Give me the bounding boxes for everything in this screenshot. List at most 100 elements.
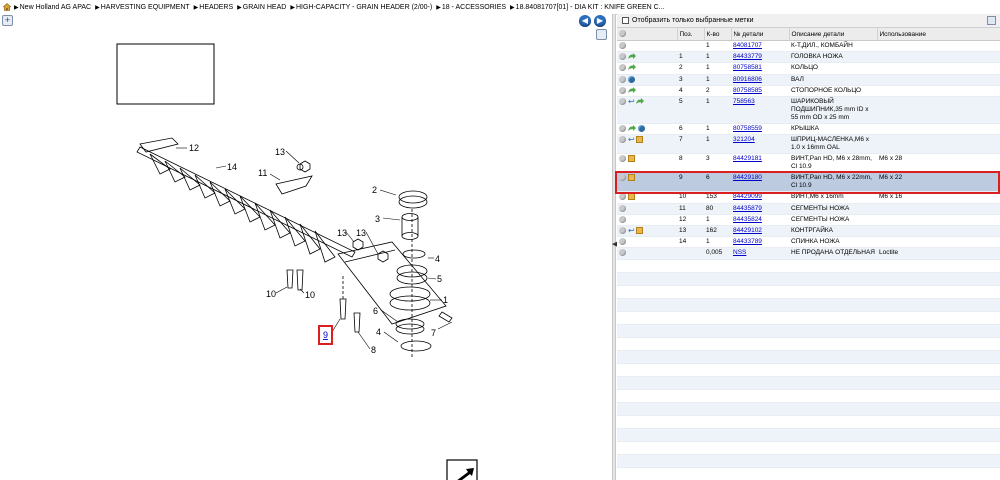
row-select-cell[interactable] xyxy=(617,62,677,75)
row-select-cell[interactable]: ↩ xyxy=(617,96,677,125)
package-icon[interactable] xyxy=(628,193,635,201)
row-select-cell[interactable] xyxy=(617,74,677,86)
row-select-cell[interactable] xyxy=(617,172,677,193)
export-icon[interactable] xyxy=(987,16,996,25)
row-select-icon[interactable] xyxy=(619,238,626,246)
callout-9-selected[interactable]: 9 xyxy=(323,330,328,340)
pane-splitter[interactable]: ◀ xyxy=(612,14,617,480)
row-select-icon[interactable] xyxy=(619,64,626,72)
part-number-link[interactable]: 758563 xyxy=(733,98,755,105)
package-icon[interactable] xyxy=(628,174,635,182)
navigate-diagram-icon[interactable] xyxy=(446,459,478,480)
hook-icon[interactable]: ↩ xyxy=(628,136,635,144)
hook-icon[interactable]: ↩ xyxy=(628,226,635,234)
part-number-link[interactable]: 80758581 xyxy=(733,64,762,71)
part-number-link[interactable]: 84429099 xyxy=(733,193,762,200)
part-number-link[interactable]: 84429180 xyxy=(733,174,762,181)
part-number-link[interactable]: 80758585 xyxy=(733,87,762,94)
row-select-cell[interactable] xyxy=(617,51,677,64)
package-icon[interactable] xyxy=(636,226,643,234)
globe-icon[interactable] xyxy=(638,125,645,133)
show-selected-only-checkbox[interactable] xyxy=(622,17,629,24)
row-select-cell[interactable] xyxy=(617,85,677,98)
table-row[interactable]: ↩ 13 162 84429102 КОНТРГАЙКА xyxy=(617,225,1000,238)
package-icon[interactable] xyxy=(628,155,635,163)
previous-diagram-button[interactable]: ◀ xyxy=(579,15,591,27)
next-diagram-button[interactable]: ▶ xyxy=(594,15,606,27)
part-number-link[interactable]: 84429102 xyxy=(733,227,762,234)
table-row[interactable]: 1 84081707 К-Т,ДИЛ., КОМБАЙН xyxy=(617,40,1000,53)
part-number-link[interactable]: 84435879 xyxy=(733,205,762,212)
table-row[interactable]: 10 153 84429099 ВИНТ,M6 x 16mm M6 x 16 xyxy=(617,191,1000,204)
column-header-quantity[interactable]: К-во xyxy=(704,28,732,41)
row-select-cell[interactable] xyxy=(617,236,677,249)
breadcrumb-item[interactable]: New Holland AG APAC xyxy=(20,4,91,11)
breadcrumb-item[interactable]: GRAIN HEAD xyxy=(243,4,287,11)
part-number-link[interactable]: NSS xyxy=(733,249,746,256)
row-select-icon[interactable] xyxy=(619,136,626,144)
row-select-cell[interactable] xyxy=(617,123,677,136)
package-icon[interactable] xyxy=(636,136,643,144)
row-select-icon[interactable] xyxy=(619,215,626,223)
globe-icon[interactable] xyxy=(628,75,635,83)
table-row[interactable]: 12 1 84435824 СЕГМЕНТЫ НОЖА xyxy=(617,214,1000,226)
zoom-in-icon[interactable]: + xyxy=(2,15,13,26)
column-header-usage[interactable]: Использование xyxy=(877,28,1000,41)
part-number-link[interactable]: 84429181 xyxy=(733,155,762,162)
row-select-icon[interactable] xyxy=(619,86,626,94)
row-select-cell[interactable] xyxy=(617,203,677,215)
row-select-cell[interactable]: ↩ xyxy=(617,134,677,155)
column-header-select[interactable] xyxy=(617,28,678,41)
row-select-cell[interactable] xyxy=(617,153,677,174)
breadcrumb-item[interactable]: HIGH-CAPACITY - GRAIN HEADER (2/00-) xyxy=(296,4,432,11)
table-row[interactable]: 11 80 84435879 СЕГМЕНТЫ НОЖА xyxy=(617,203,1000,215)
part-number-link[interactable]: 84433789 xyxy=(733,238,762,245)
supersession-arrow-icon[interactable] xyxy=(628,86,636,94)
table-row[interactable]: 14 1 84433789 СПИНКА НОЖА xyxy=(617,236,1000,249)
part-number-link[interactable]: 84081707 xyxy=(733,42,762,49)
supersession-arrow-icon[interactable] xyxy=(636,98,644,105)
table-row[interactable]: ↩ 7 1 321204 ШПРИЦ-МАСЛЕНКА,M6 x 1.0 x 16mm … xyxy=(617,134,1000,155)
table-row[interactable]: ↩ 5 1 758563 ШАРИКОВЫЙ ПОДШИПНИК,35 mm ID x … xyxy=(617,96,1000,125)
row-select-cell[interactable]: ↩ xyxy=(617,225,677,238)
row-select-icon[interactable] xyxy=(619,42,626,49)
row-select-icon[interactable] xyxy=(619,75,626,83)
table-row[interactable]: 8 3 84429181 ВИНТ,Pan HD, M6 x 28mm, Cl 10.… xyxy=(617,153,1000,174)
table-row[interactable]: 2 1 80758581 КОЛЬЦО xyxy=(617,62,1000,75)
table-row-selected[interactable]: 9 6 84429180 ВИНТ,Pan HD, M6 x 22mm, Cl 10.… xyxy=(617,172,1000,193)
column-header-position[interactable]: Поз. xyxy=(677,28,705,41)
table-row[interactable]: 1 1 84433779 ГОЛОВКА НОЖА xyxy=(617,51,1000,64)
supersession-arrow-icon[interactable] xyxy=(628,53,636,60)
table-row[interactable]: 3 1 80916806 ВАЛ xyxy=(617,74,1000,86)
row-select-cell[interactable] xyxy=(617,40,677,53)
breadcrumb-item[interactable]: 18 - ACCESSORIES xyxy=(442,4,506,11)
row-select-cell[interactable] xyxy=(617,214,677,226)
column-header-part-number[interactable]: № детали xyxy=(731,28,790,41)
hook-icon[interactable]: ↩ xyxy=(628,98,635,106)
part-number-link[interactable]: 321204 xyxy=(733,136,755,143)
part-number-link[interactable]: 80916806 xyxy=(733,76,762,83)
row-select-icon[interactable] xyxy=(619,155,626,163)
row-select-cell[interactable] xyxy=(617,247,677,260)
row-select-icon[interactable] xyxy=(619,249,626,257)
breadcrumb-item[interactable]: 18.84081707[01] - DIA KIT : KNIFE GREEN … xyxy=(516,4,665,11)
row-select-cell[interactable] xyxy=(617,191,677,204)
column-header-description[interactable]: Описание детали xyxy=(789,28,878,41)
breadcrumb-item[interactable]: HARVESTING EQUIPMENT xyxy=(101,4,190,11)
row-select-icon[interactable] xyxy=(619,98,626,106)
breadcrumb-item[interactable]: HEADERS xyxy=(199,4,233,11)
row-select-icon[interactable] xyxy=(619,193,626,201)
row-select-icon[interactable] xyxy=(619,125,626,133)
supersession-arrow-icon[interactable] xyxy=(628,64,636,71)
row-select-icon[interactable] xyxy=(619,174,626,182)
table-row[interactable]: 0,005 NSS НЕ ПРОДАНА ОТДЕЛЬНАЯ Loctite xyxy=(617,247,1000,260)
row-select-icon[interactable] xyxy=(619,204,626,212)
table-row[interactable]: 4 2 80758585 СТОПОРНОЕ КОЛЬЦО xyxy=(617,85,1000,98)
row-select-icon[interactable] xyxy=(619,226,626,234)
home-icon[interactable] xyxy=(2,3,12,11)
row-select-icon[interactable] xyxy=(619,53,626,61)
table-row[interactable]: 6 1 80758559 КРЫШКА xyxy=(617,123,1000,136)
part-number-link[interactable]: 80758559 xyxy=(733,125,762,132)
supersession-arrow-icon[interactable] xyxy=(628,125,636,132)
part-number-link[interactable]: 84433779 xyxy=(733,53,762,60)
